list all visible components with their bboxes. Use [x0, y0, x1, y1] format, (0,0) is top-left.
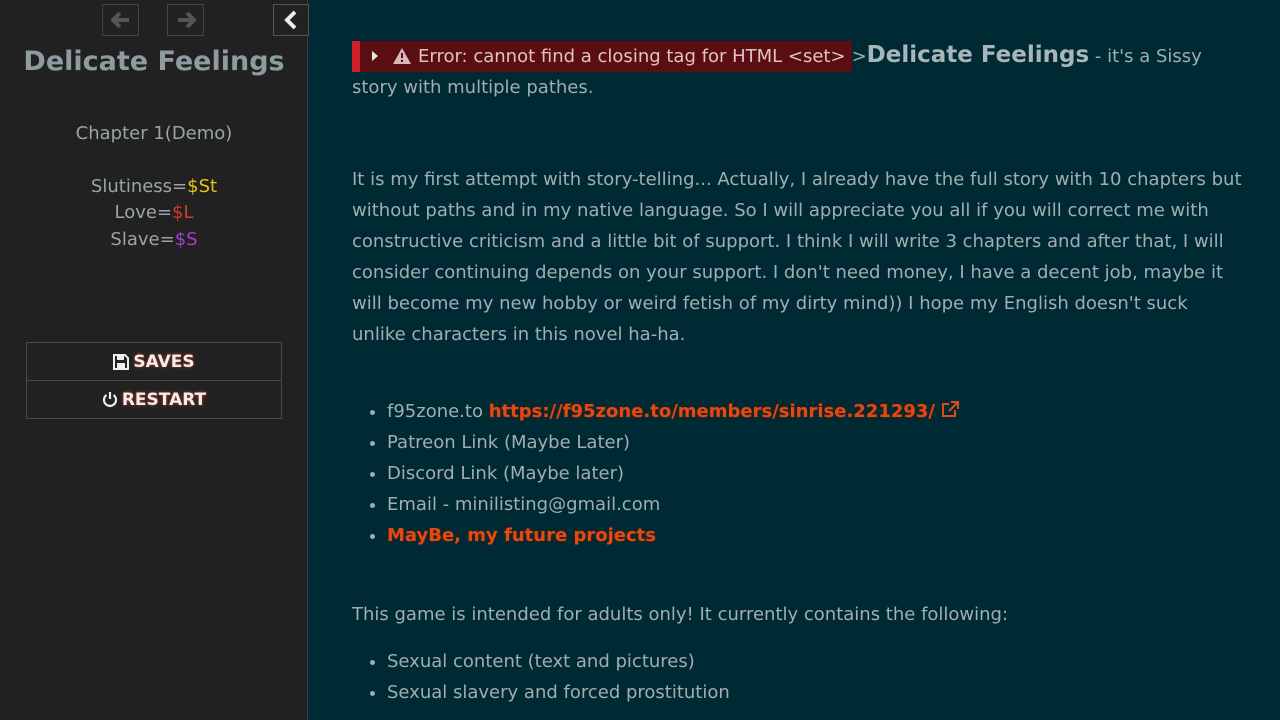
saves-label: SAVES	[133, 351, 195, 372]
restart-label: RESTART	[121, 389, 207, 410]
story-name: Delicate Feelings	[866, 42, 1090, 68]
f95-link[interactable]: https://f95zone.to/members/sinrise.22129…	[489, 401, 935, 422]
caret-right-icon	[372, 51, 378, 61]
list-item: f95zone.to https://f95zone.to/members/si…	[387, 396, 1242, 427]
stat-label: Slave=	[110, 229, 175, 250]
list-item: Email - minilisting@gmail.com	[387, 489, 1242, 520]
history-forward-button[interactable]	[167, 4, 204, 36]
future-projects-link[interactable]: MayBe, my future projects	[387, 525, 656, 546]
sidebar-collapse-button[interactable]	[273, 4, 309, 36]
passage: Error: cannot find a closing tag for HTM…	[352, 40, 1242, 708]
chapter-label: Chapter 1(Demo)	[75, 123, 233, 144]
list-item: Patreon Link (Maybe Later)	[387, 427, 1242, 458]
stat-label: Love=	[114, 202, 173, 223]
intro-paragraph: It is my first attempt with story-tellin…	[352, 169, 1242, 345]
chevron-left-icon	[284, 10, 297, 30]
story-title: Delicate Feelings	[23, 46, 285, 77]
error-text: Error: cannot find a closing tag for HTM…	[418, 45, 846, 67]
save-icon	[113, 353, 130, 370]
stat-value: $S	[174, 229, 198, 250]
f95-prefix: f95zone.to	[387, 401, 489, 422]
content-list: Sexual content (text and pictures) Sexua…	[352, 646, 1242, 708]
sidebar: Delicate Feelings Chapter 1(Demo) Slutin…	[0, 0, 309, 720]
stray-bracket: >	[851, 46, 867, 67]
stat-slutiness: Slutiness=$St	[0, 176, 308, 197]
stat-slave: Slave=$S	[0, 229, 308, 250]
external-link-icon	[941, 401, 959, 417]
history-back-button[interactable]	[102, 4, 139, 36]
stat-love: Love=$L	[0, 202, 308, 223]
power-icon	[102, 392, 117, 407]
arrow-right-icon	[177, 11, 196, 29]
list-item: Sexual content (text and pictures)	[387, 646, 1242, 677]
arrow-left-icon	[110, 11, 129, 29]
list-item: MayBe, my future projects	[387, 520, 1242, 551]
list-item: Discord Link (Maybe later)	[387, 458, 1242, 489]
saves-button[interactable]: SAVES	[26, 342, 282, 381]
list-item: Sexual slavery and forced prostitution	[387, 677, 1242, 708]
intro-line: Error: cannot find a closing tag for HTM…	[352, 40, 1242, 103]
links-list: f95zone.to https://f95zone.to/members/si…	[352, 396, 1242, 551]
error-message[interactable]: Error: cannot find a closing tag for HTM…	[352, 40, 852, 72]
warning-icon	[393, 48, 411, 64]
stat-label: Slutiness=	[90, 176, 188, 197]
restart-button[interactable]: RESTART	[26, 380, 282, 419]
adults-notice: This game is intended for adults only! I…	[352, 604, 1009, 625]
stat-value: $L	[172, 202, 194, 223]
stat-value: $St	[187, 176, 218, 197]
